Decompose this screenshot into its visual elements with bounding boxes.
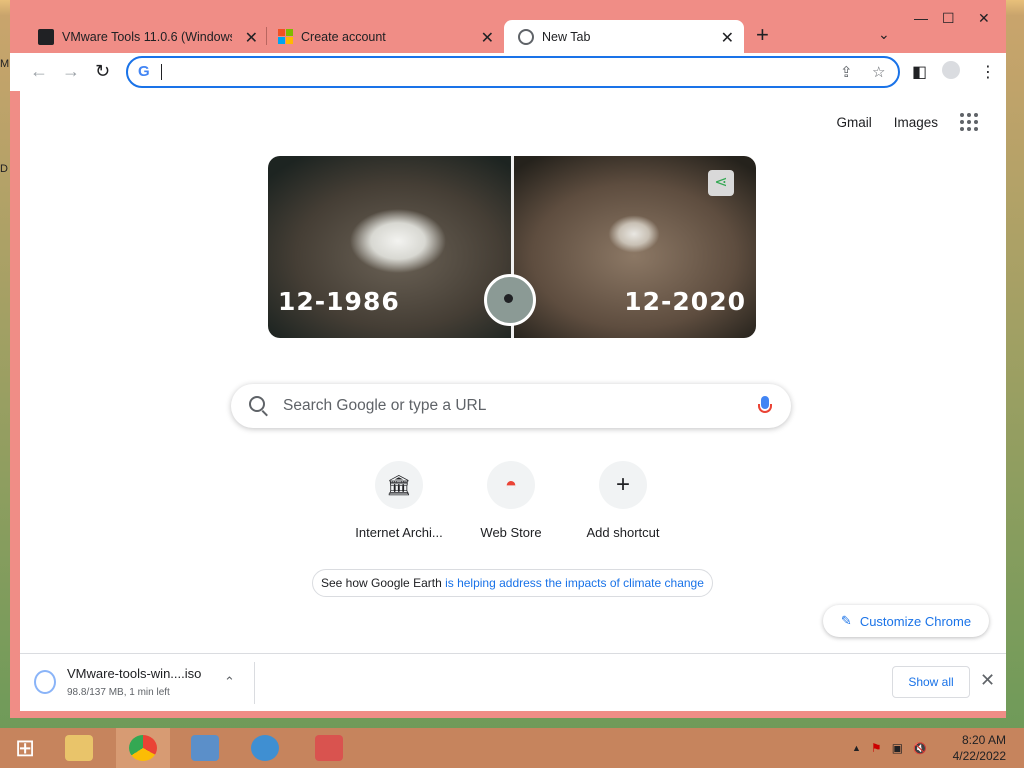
taskbar-users[interactable]	[302, 728, 356, 768]
taskbar-clock[interactable]: 8:20 AM 4/22/2022	[953, 732, 1006, 764]
address-bar[interactable]: G ⇪ ☆	[126, 56, 900, 88]
tab-search-button[interactable]: ⌄	[878, 26, 890, 43]
shortcut-add[interactable]: + Add shortcut	[568, 461, 678, 540]
new-tab-button[interactable]: +	[756, 24, 769, 46]
google-apps-icon[interactable]	[960, 113, 978, 131]
clock-time: 8:20 AM	[961, 733, 1006, 747]
taskbar-file-explorer[interactable]	[52, 728, 106, 768]
search-icon	[249, 396, 265, 412]
network-tasks-icon	[251, 735, 279, 761]
download-file-name[interactable]: VMware-tools-win....iso	[67, 666, 201, 681]
shortcut-internet-archive[interactable]: 🏛 Internet Archi...	[344, 461, 454, 540]
top-links: Gmail Images	[836, 113, 978, 131]
volume-muted-icon[interactable]: 🔇	[913, 742, 927, 755]
text-caret	[161, 64, 162, 80]
close-window-button[interactable]: ✕	[978, 10, 990, 27]
download-shelf: VMware-tools-win....iso 98.8/137 MB, 1 m…	[20, 653, 1006, 711]
gmail-link[interactable]: Gmail	[836, 115, 871, 130]
network-icon[interactable]: ▣	[892, 741, 903, 755]
chrome-icon	[518, 28, 534, 45]
browser-toolbar: ← → ↻ G ⇪ ☆ ◧ ⋮	[10, 53, 1006, 91]
globe-slider-icon[interactable]	[484, 274, 536, 326]
profile-avatar[interactable]	[942, 61, 960, 79]
users-icon	[315, 735, 343, 761]
download-status: 98.8/137 MB, 1 min left	[67, 687, 170, 698]
download-progress-icon	[34, 670, 56, 694]
side-panel-icon[interactable]: ◧	[912, 62, 927, 82]
doodle-year-left: 12-1986	[278, 287, 400, 316]
taskbar-chrome[interactable]	[116, 728, 170, 768]
google-earth-chip[interactable]: See how Google Earth is helping address …	[312, 569, 713, 597]
customize-chrome-button[interactable]: ✎ Customize Chrome	[823, 605, 989, 637]
internet-archive-icon: 🏛	[375, 461, 423, 509]
doodle-share-icon[interactable]: ⋖	[708, 170, 734, 196]
chip-text: See how Google Earth	[321, 576, 446, 590]
chrome-menu-icon[interactable]: ⋮	[980, 62, 996, 82]
chip-link[interactable]: is helping address the impacts of climat…	[445, 576, 704, 590]
tab-title: New Tab	[542, 29, 591, 44]
share-icon[interactable]: ⇪	[840, 63, 853, 81]
google-icon: G	[138, 63, 150, 80]
action-center-flag-icon[interactable]: ⚑	[871, 741, 882, 755]
forward-button[interactable]: →	[62, 61, 80, 81]
doodle-year-right: 12-2020	[624, 287, 746, 316]
tab-close-icon[interactable]: ✕	[721, 28, 734, 48]
shortcut-web-store[interactable]: ◓ Web Store	[456, 461, 566, 540]
new-tab-page: Gmail Images 12-1986 12-2020 ⋖ Search Go…	[20, 91, 1006, 653]
search-input[interactable]: Search Google or type a URL	[283, 397, 486, 415]
shelf-divider	[254, 662, 255, 704]
close-shelf-icon[interactable]: ✕	[980, 670, 995, 691]
shortcut-label: Web Store	[480, 525, 542, 540]
desktop-icon-label: D	[0, 163, 8, 175]
clock-date: 4/22/2022	[952, 749, 1006, 763]
control-panel-icon	[191, 735, 219, 761]
show-all-button[interactable]: Show all	[892, 666, 970, 698]
plus-icon: +	[599, 461, 647, 509]
show-hidden-icons-arrow-icon[interactable]: ▲	[852, 743, 861, 753]
images-link[interactable]: Images	[894, 115, 938, 130]
search-box[interactable]: Search Google or type a URL	[231, 384, 791, 428]
taskbar: ⊞ ▲ ⚑ ▣ 🔇 8:20 AM 4/22/2022	[0, 728, 1024, 768]
taskbar-control-panel[interactable]	[178, 728, 232, 768]
microphone-icon[interactable]	[758, 396, 772, 413]
tab-separator	[266, 27, 267, 45]
system-tray: ▲ ⚑ ▣ 🔇	[852, 728, 927, 768]
google-doodle[interactable]: 12-1986 12-2020 ⋖	[268, 156, 756, 338]
desktop-icon-label: M	[0, 58, 10, 70]
tab-strip: VMware Tools 11.0.6 (Windows) ✕ Create a…	[10, 0, 1006, 53]
internet-archive-icon	[38, 28, 54, 45]
download-options-chevron-icon[interactable]: ⌃	[224, 674, 235, 690]
tab-new-tab[interactable]: New Tab ✕	[504, 20, 744, 53]
reload-button[interactable]: ↻	[95, 61, 110, 81]
customize-label: Customize Chrome	[859, 613, 972, 629]
tab-create-account[interactable]: Create account ✕	[268, 20, 504, 53]
microsoft-icon	[278, 29, 293, 44]
tab-title: VMware Tools 11.0.6 (Windows)	[62, 29, 232, 44]
tab-title: Create account	[301, 29, 386, 44]
maximize-button[interactable]: ☐	[942, 10, 955, 27]
pencil-icon: ✎	[840, 613, 852, 628]
tab-close-icon[interactable]: ✕	[481, 28, 494, 48]
taskbar-network-tasks[interactable]	[238, 728, 292, 768]
shortcut-label: Internet Archi...	[355, 525, 443, 540]
chrome-icon	[129, 735, 157, 761]
shortcut-label: Add shortcut	[586, 525, 660, 540]
tab-close-icon[interactable]: ✕	[245, 28, 258, 48]
web-store-icon: ◓	[487, 461, 535, 509]
bookmark-star-icon[interactable]: ☆	[872, 63, 885, 81]
minimize-button[interactable]: —	[914, 10, 928, 26]
file-explorer-icon	[65, 735, 93, 761]
back-button[interactable]: ←	[30, 61, 48, 81]
tab-vmware-tools[interactable]: VMware Tools 11.0.6 (Windows) ✕	[28, 20, 268, 53]
start-button[interactable]: ⊞	[0, 728, 50, 768]
